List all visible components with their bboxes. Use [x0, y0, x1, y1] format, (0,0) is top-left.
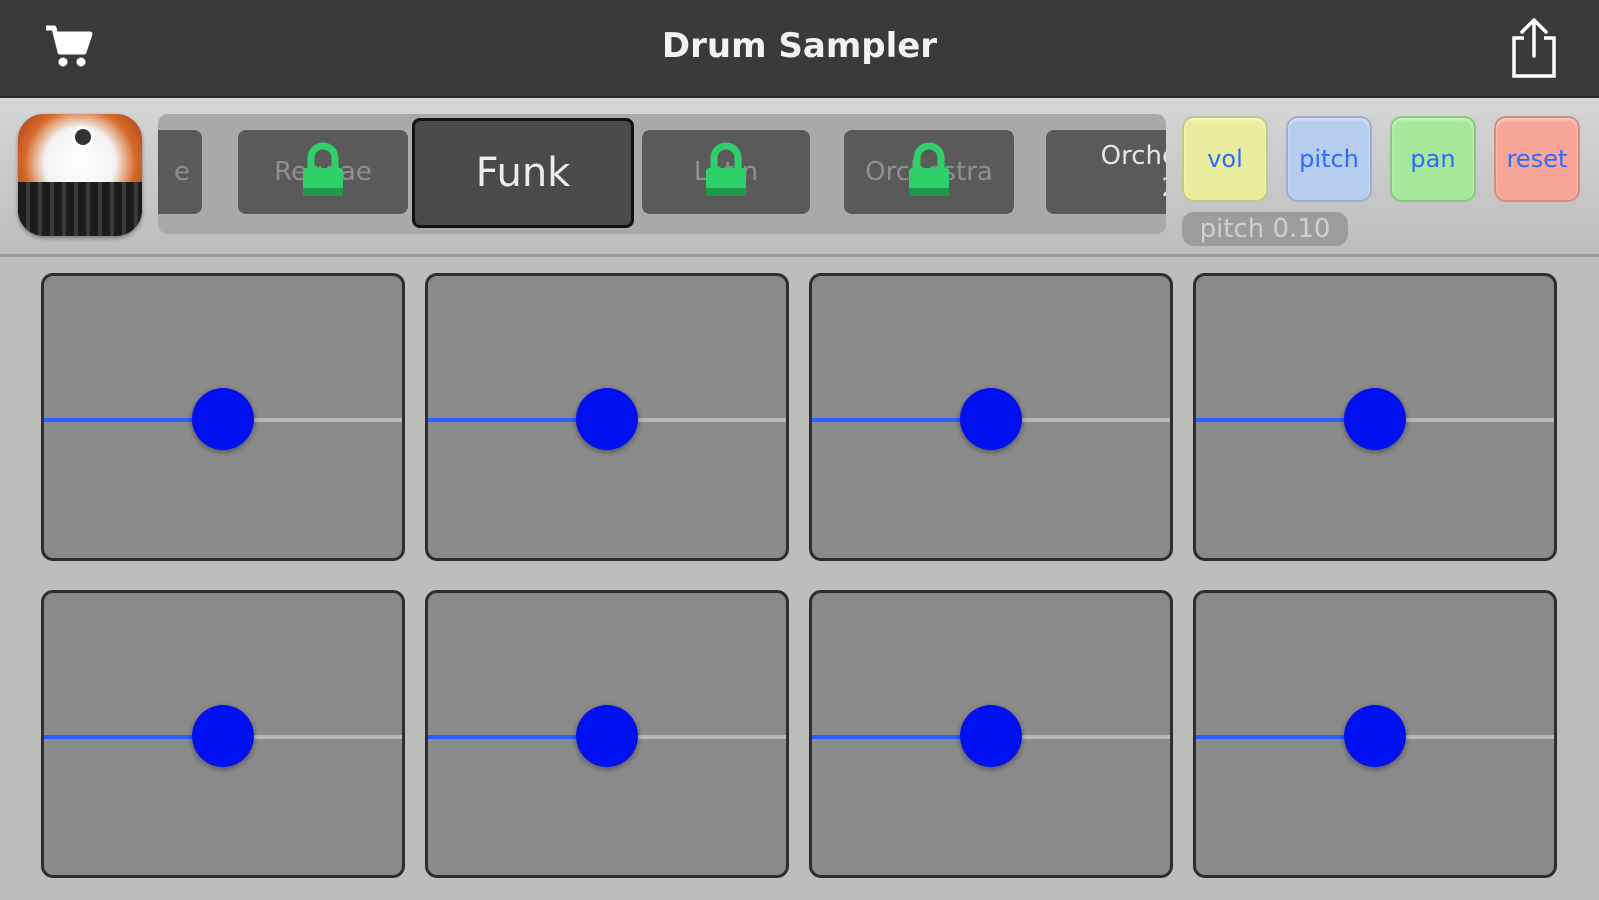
drum-pad-7[interactable]: [809, 590, 1173, 878]
reset-button[interactable]: reset: [1494, 116, 1580, 202]
kit-item-latin[interactable]: Latin: [642, 130, 810, 214]
pitch-button[interactable]: pitch: [1286, 116, 1372, 202]
logo-drum-head: [18, 114, 142, 184]
toolbar: e Reggae Funk Latin Orchestra: [0, 98, 1599, 257]
share-icon[interactable]: [1508, 16, 1560, 80]
kit-item-reggae[interactable]: Reggae: [238, 130, 408, 214]
drum-pad-4[interactable]: [1193, 273, 1557, 561]
pad-slider-knob[interactable]: [192, 388, 254, 450]
pad-slider-knob[interactable]: [960, 388, 1022, 450]
drum-pad-5[interactable]: [41, 590, 405, 878]
pan-button-label: pan: [1410, 145, 1456, 173]
kit-label: e: [174, 157, 190, 187]
kit-label: Orche 2: [1100, 141, 1166, 203]
drum-pad-8[interactable]: [1193, 590, 1557, 878]
app-logo: [18, 114, 142, 236]
pad-slider-knob[interactable]: [1344, 388, 1406, 450]
logo-knob: [72, 126, 94, 148]
lock-icon: [909, 142, 949, 196]
pad-slider-knob[interactable]: [576, 388, 638, 450]
kit-item-funk[interactable]: Funk: [412, 118, 634, 228]
drum-pad-3[interactable]: [809, 273, 1173, 561]
reset-button-label: reset: [1506, 145, 1568, 173]
kit-selector[interactable]: e Reggae Funk Latin Orchestra: [158, 114, 1166, 234]
pad-slider-knob[interactable]: [960, 705, 1022, 767]
pad-slider-knob[interactable]: [1344, 705, 1406, 767]
kit-item[interactable]: e: [158, 130, 202, 214]
drum-pad-2[interactable]: [425, 273, 789, 561]
drum-pad-1[interactable]: [41, 273, 405, 561]
vol-button[interactable]: vol: [1182, 116, 1268, 202]
lock-icon: [706, 142, 746, 196]
page-title: Drum Sampler: [661, 26, 938, 66]
pan-button[interactable]: pan: [1390, 116, 1476, 202]
pad-slider-knob[interactable]: [576, 705, 638, 767]
lock-icon: [303, 142, 343, 196]
pitch-button-label: pitch: [1299, 145, 1359, 173]
nav-bar: Drum Sampler: [0, 0, 1599, 98]
kit-item-orchestra-2[interactable]: Orche 2: [1046, 130, 1166, 214]
kit-item-orchestra[interactable]: Orchestra: [844, 130, 1014, 214]
vol-button-label: vol: [1207, 145, 1243, 173]
kit-label: Funk: [475, 150, 571, 196]
logo-drum-shell: [18, 182, 142, 236]
pad-slider-knob[interactable]: [192, 705, 254, 767]
drum-pad-6[interactable]: [425, 590, 789, 878]
pitch-readout: pitch 0.10: [1182, 212, 1348, 246]
